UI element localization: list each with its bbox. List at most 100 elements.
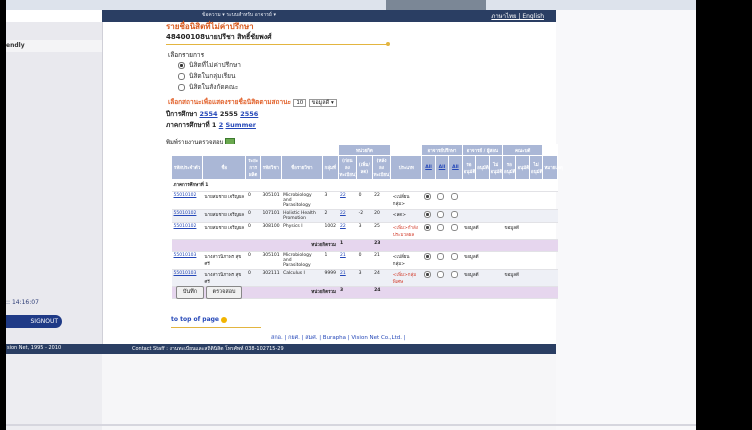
to-top-link[interactable]: to top of page — [171, 316, 227, 323]
teacher-note-cell — [462, 209, 503, 223]
col-all-reject[interactable]: All — [448, 155, 463, 180]
course-name-cell: Microbiology and Parasitology — [281, 191, 323, 210]
after-cell: 22 — [372, 191, 391, 210]
student-name-cell: นายสมชาย เจริญผล — [202, 209, 246, 223]
table-row: 55010103 นางสาวนิภาพร สุขศรี 0 305101 Mi… — [171, 251, 558, 270]
credits-group-header: หน่วยกิต — [337, 144, 392, 156]
advisor-pending-radio[interactable] — [423, 211, 431, 218]
teacher-note-cell: ขอมูลดี — [462, 222, 503, 240]
course-name-cell: Holistic Health Promotion — [281, 209, 323, 223]
advisor-approve-radio[interactable] — [437, 193, 445, 200]
advisor-pending-radio[interactable] — [423, 224, 431, 231]
term-current: 1 — [211, 121, 217, 129]
advisor-reject-radio[interactable] — [450, 271, 458, 278]
course-code-cell: 107101 — [260, 209, 282, 223]
save-button[interactable]: บันทึก — [176, 286, 204, 299]
total-before: 1 — [338, 239, 357, 252]
radio-label: นิสิตที่ไม่ค่าปรึกษา — [189, 61, 241, 69]
before-credits-link[interactable]: 21 — [340, 271, 346, 276]
radio-option-advisees[interactable]: นิสิตที่ไม่ค่าปรึกษา — [178, 60, 241, 70]
advisor-reject-radio[interactable] — [450, 224, 458, 231]
advisor-reject-radio[interactable] — [450, 211, 458, 218]
count-select[interactable]: 10 — [293, 99, 307, 107]
status-select[interactable]: ขอมูลดี ▾ — [308, 99, 337, 107]
bottom-left-blank — [6, 354, 102, 430]
top-strip — [6, 0, 696, 10]
type-cell: <เปลี่ยน กลุ่ม> — [390, 251, 422, 270]
group-cell: 2 — [322, 209, 339, 223]
col-all-approve[interactable]: All — [434, 155, 450, 180]
student-id-link[interactable]: 55010103 — [174, 253, 197, 258]
before-credits-link[interactable]: 22 — [340, 224, 346, 229]
sidebar-friendly-label[interactable]: endly — [6, 40, 102, 52]
advisor-pending-radio[interactable] — [423, 271, 431, 278]
footer-bar-left: sion Net, 1995 - 2010 — [6, 344, 102, 354]
left-sidebar: endly :: 14:16:07 SIGNOUT — [6, 22, 103, 344]
col-course-code: รหัสวิชา — [259, 155, 282, 180]
year-link-2554[interactable]: 2554 — [199, 110, 217, 118]
program-cell: 0 — [245, 222, 261, 240]
teacher-group-header: อาจารย์ / ผู้สอน — [461, 144, 504, 156]
course-code-cell: 302111 — [260, 269, 282, 287]
type-cell: <เปลี่ยน กลุ่ม> — [390, 191, 422, 210]
to-top-label[interactable]: to top of page — [171, 316, 219, 323]
radio-icon[interactable] — [178, 72, 185, 80]
student-name-cell: นายสมชาย เจริญผล — [202, 222, 246, 240]
teacher-note-cell: ขอมูลดี — [462, 269, 503, 287]
student-id-link[interactable]: 55010102 — [174, 224, 197, 229]
check-button[interactable]: ตรวจสอบ — [206, 286, 242, 299]
advisor-pending-radio[interactable] — [423, 193, 431, 200]
col-teacher-approve: อนุมัติ — [475, 155, 490, 180]
advisor-approve-radio[interactable] — [437, 271, 445, 278]
student-id-link[interactable]: 55010102 — [174, 211, 197, 216]
advisor-approve-radio[interactable] — [437, 253, 445, 260]
col-all-pending[interactable]: All — [421, 155, 436, 180]
advisor-reject-radio[interactable] — [450, 253, 458, 260]
radio-option-section[interactable]: นิสิตในกลุ่มเรียน — [178, 71, 235, 81]
advisor-reject-radio[interactable] — [450, 193, 458, 200]
student-id-link[interactable]: 55010103 — [174, 271, 197, 276]
footer-links[interactable]: สกอ. | กยศ. | สมศ. | Burapha | Vision Ne… — [271, 334, 406, 342]
col-remark: หมายเหตุ — [542, 155, 563, 180]
col-before: (ก่อน ลงทะเบียน) — [337, 155, 358, 180]
nav-menu[interactable]: ข้อความ ▾ ระบบสำหรับ อาจารย์ ▾ — [202, 11, 276, 19]
copyright-text: sion Net, 1995 - 2010 — [7, 345, 62, 351]
term-link-summer[interactable]: Summer — [226, 121, 256, 129]
table-row: 55010102 นายสมชาย เจริญผล 0 107101 Holis… — [171, 209, 558, 223]
faculty-note-cell — [502, 251, 543, 270]
table-row: 55010102 นายสมชาย เจริญผล 0 308100 Physi… — [171, 222, 558, 240]
type-cell: <เพิ่ม>กำลัง ประมวลผล — [390, 222, 422, 240]
advisor-pending-radio[interactable] — [423, 253, 431, 260]
choose-list-label: เลือกรายการ — [168, 51, 205, 59]
faculty-note-cell: ขอมูลดี — [502, 269, 543, 287]
before-credits-link[interactable]: 21 — [340, 253, 346, 258]
year-link-2556[interactable]: 2556 — [240, 110, 258, 118]
table-row: 55010102 นายสมชาย เจริญผล 0 305101 Micro… — [171, 191, 558, 210]
radio-selected-icon[interactable] — [178, 61, 185, 69]
course-name-cell: Calculus I — [281, 269, 323, 287]
signout-button[interactable]: SIGNOUT — [6, 315, 62, 328]
col-course-name: ชื่อรายวิชา — [280, 155, 324, 180]
col-after: (หลัง ลงทะเบียน) — [371, 155, 392, 180]
group-cell: 1002 — [322, 222, 339, 240]
course-name-cell: Physics I — [281, 222, 323, 240]
student-name-cell: นางสาวนิภาพร สุขศรี — [202, 251, 246, 270]
course-code-cell: 305101 — [260, 251, 282, 270]
col-faculty-pending: รอ อนุมัติ — [501, 155, 517, 180]
radio-option-faculty[interactable]: นิสิตในสังกัดคณะ — [178, 82, 238, 92]
col-faculty-approve: อนุมัติ — [515, 155, 530, 180]
to-top-icon[interactable] — [220, 316, 227, 323]
change-cell: -2 — [356, 209, 373, 223]
col-change: (เพิ่ม/ลด) — [356, 155, 373, 180]
table-row: 55010103 นางสาวนิภาพร สุขศรี 0 302111 Ca… — [171, 269, 558, 287]
term-link-2[interactable]: 2 — [219, 121, 224, 129]
program-cell: 0 — [245, 209, 261, 223]
advisor-approve-radio[interactable] — [437, 224, 445, 231]
student-id-link[interactable]: 55010102 — [174, 193, 197, 198]
change-cell: 0 — [356, 251, 373, 270]
advisor-approve-radio[interactable] — [437, 211, 445, 218]
before-credits-link[interactable]: 22 — [340, 193, 346, 198]
radio-icon[interactable] — [178, 83, 185, 91]
change-cell: 0 — [356, 191, 373, 210]
before-credits-link[interactable]: 22 — [340, 211, 346, 216]
